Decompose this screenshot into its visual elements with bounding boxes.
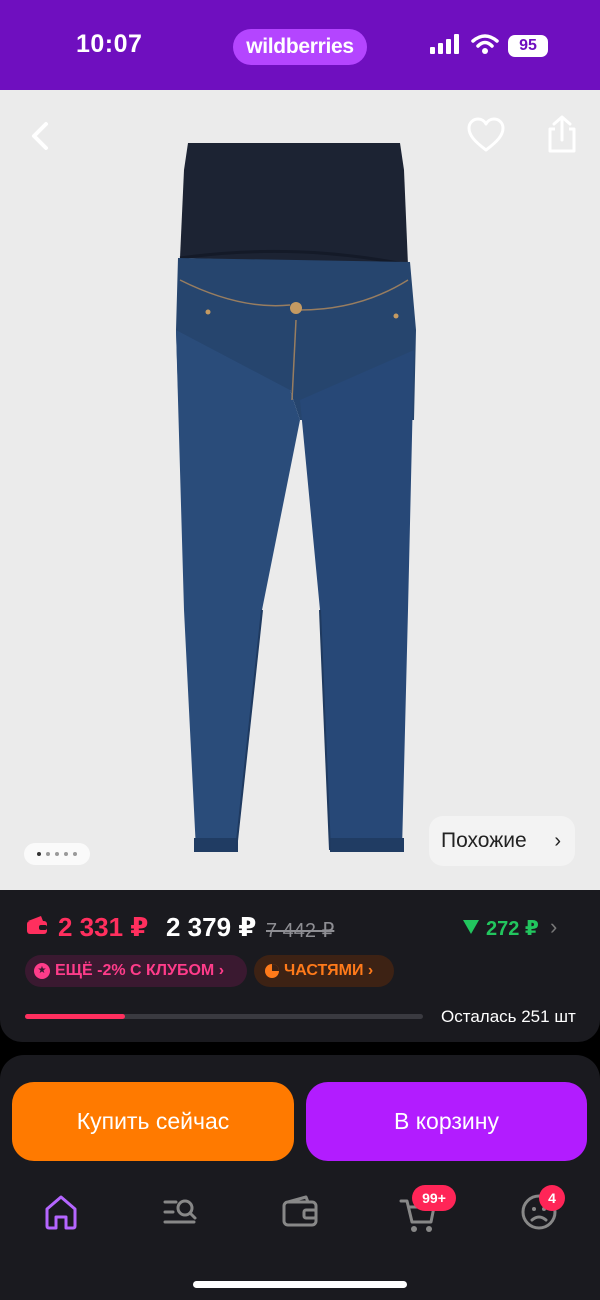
- home-icon[interactable]: [41, 1192, 81, 1232]
- back-arrow-icon[interactable]: [22, 118, 58, 154]
- status-time: 10:07: [76, 30, 143, 58]
- similar-label: Похожие: [441, 829, 527, 852]
- installments-button[interactable]: ЧАСТЯМИ ›: [254, 955, 394, 987]
- gallery-page-indicator: [24, 843, 90, 865]
- installments-label: ЧАСТЯМИ ›: [284, 962, 374, 979]
- brand-logo[interactable]: wildberries: [233, 29, 367, 65]
- cart-badge: 99+: [412, 1185, 456, 1211]
- page-dot: [64, 852, 68, 856]
- signal-icon: [430, 34, 459, 54]
- price-drop-arrow-icon: [463, 920, 479, 934]
- battery-icon: 95: [508, 35, 548, 57]
- product-gallery[interactable]: Похожие ›: [0, 90, 600, 890]
- product-photo: [176, 143, 416, 852]
- club-discount-label: ЕЩЁ -2% С КЛУБОМ ›: [55, 962, 225, 979]
- search-catalog-icon[interactable]: [160, 1192, 200, 1232]
- stock-progress-bar: [25, 1014, 423, 1019]
- similar-button[interactable]: Похожие ›: [429, 816, 575, 866]
- page-dot: [55, 852, 59, 856]
- price-card: 2 331 ₽ 2 379 ₽ 7 442 ₽ 272 ₽ › ★ ЕЩЁ -2…: [0, 890, 600, 1042]
- profile-badge: 4: [539, 1185, 565, 1211]
- old-price: 7 442 ₽: [266, 920, 335, 942]
- chevron-right-icon: ›: [554, 830, 561, 852]
- page-dot: [73, 852, 77, 856]
- price-drop-value[interactable]: 272 ₽: [486, 916, 539, 941]
- star-icon: ★: [34, 963, 50, 979]
- wifi-icon: [471, 34, 499, 54]
- wallet-icon: [27, 916, 47, 934]
- wallet-price: 2 331 ₽: [58, 912, 149, 942]
- home-indicator: [193, 1281, 407, 1288]
- add-to-cart-button[interactable]: В корзину: [306, 1082, 587, 1161]
- status-bar: 10:07 wildberries 95: [0, 0, 600, 90]
- page-dot: [46, 852, 50, 856]
- stock-progress-fill: [25, 1014, 125, 1019]
- chevron-right-icon[interactable]: ›: [550, 914, 557, 940]
- pie-chart-icon: [265, 964, 279, 978]
- heart-icon[interactable]: [466, 116, 506, 156]
- buy-now-button[interactable]: Купить сейчас: [12, 1082, 294, 1161]
- stock-remaining: Осталась 251 шт: [441, 1007, 576, 1026]
- share-icon[interactable]: [542, 114, 582, 154]
- club-discount-button[interactable]: ★ ЕЩЁ -2% С КЛУБОМ ›: [25, 955, 247, 987]
- wallet-icon[interactable]: [280, 1192, 320, 1232]
- current-price: 2 379 ₽: [166, 912, 257, 942]
- page-dot: [37, 852, 41, 856]
- bottom-action-sheet: Купить сейчас В корзину 99+ 4: [0, 1055, 600, 1300]
